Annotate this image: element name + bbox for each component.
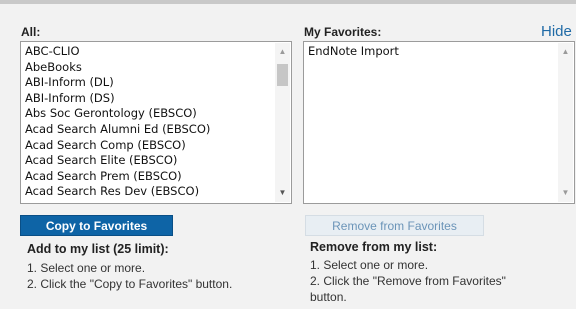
- remove-help-step: 2. Click the "Remove from Favorites": [310, 274, 506, 288]
- list-item[interactable]: Acad Search Prem (EBSCO): [25, 169, 271, 185]
- add-help-step: 1. Select one or more.: [27, 261, 146, 275]
- hide-link[interactable]: Hide: [541, 23, 572, 40]
- list-item[interactable]: Abs Soc Gerontology (EBSCO): [25, 106, 271, 122]
- list-item[interactable]: Acad Search Res Dev (EBSCO): [25, 184, 271, 200]
- list-item[interactable]: Acad Search Alumni Ed (EBSCO): [25, 122, 271, 138]
- remove-help-title: Remove from my list:: [310, 240, 438, 254]
- list-item[interactable]: ABI-Inform (DL): [25, 75, 271, 91]
- list-item[interactable]: Acad Search Elite (EBSCO): [25, 153, 271, 169]
- all-list-label: All:: [21, 25, 41, 39]
- scroll-up-arrow-icon[interactable]: ▲: [275, 45, 290, 59]
- scrollbar-thumb[interactable]: [277, 64, 288, 86]
- list-item[interactable]: ABC-CLIO: [25, 44, 271, 60]
- favorites-list-label: My Favorites:: [304, 25, 382, 39]
- favorites-listbox[interactable]: EndNote Import ▲ ▼: [303, 41, 575, 204]
- all-listbox[interactable]: ABC-CLIO AbeBooks ABI-Inform (DL) ABI-In…: [20, 41, 292, 204]
- list-item[interactable]: ABI-Inform (DS): [25, 91, 271, 107]
- add-help-step: 2. Click the "Copy to Favorites" button.: [27, 277, 233, 291]
- favorites-list-scrollbar[interactable]: ▲ ▼: [558, 43, 573, 202]
- all-list-items: ABC-CLIO AbeBooks ABI-Inform (DL) ABI-In…: [25, 44, 271, 200]
- list-item[interactable]: AbeBooks: [25, 60, 271, 76]
- list-item[interactable]: Acad Search Comp (EBSCO): [25, 138, 271, 154]
- remove-from-favorites-button[interactable]: Remove from Favorites: [305, 215, 484, 236]
- scroll-up-arrow-icon[interactable]: ▲: [558, 45, 573, 59]
- remove-help-step: 1. Select one or more.: [310, 258, 429, 272]
- remove-help-step: button.: [310, 290, 347, 304]
- copy-to-favorites-button[interactable]: Copy to Favorites: [20, 215, 173, 236]
- all-list-scrollbar[interactable]: ▲ ▼: [275, 43, 290, 202]
- add-help-title: Add to my list (25 limit):: [27, 242, 169, 256]
- scroll-down-arrow-icon[interactable]: ▼: [558, 186, 573, 200]
- favorites-manager: All: ABC-CLIO AbeBooks ABI-Inform (DL) A…: [0, 0, 576, 309]
- list-item[interactable]: EndNote Import: [308, 44, 554, 60]
- favorites-list-items: EndNote Import: [308, 44, 554, 60]
- scroll-down-arrow-icon[interactable]: ▼: [275, 186, 290, 200]
